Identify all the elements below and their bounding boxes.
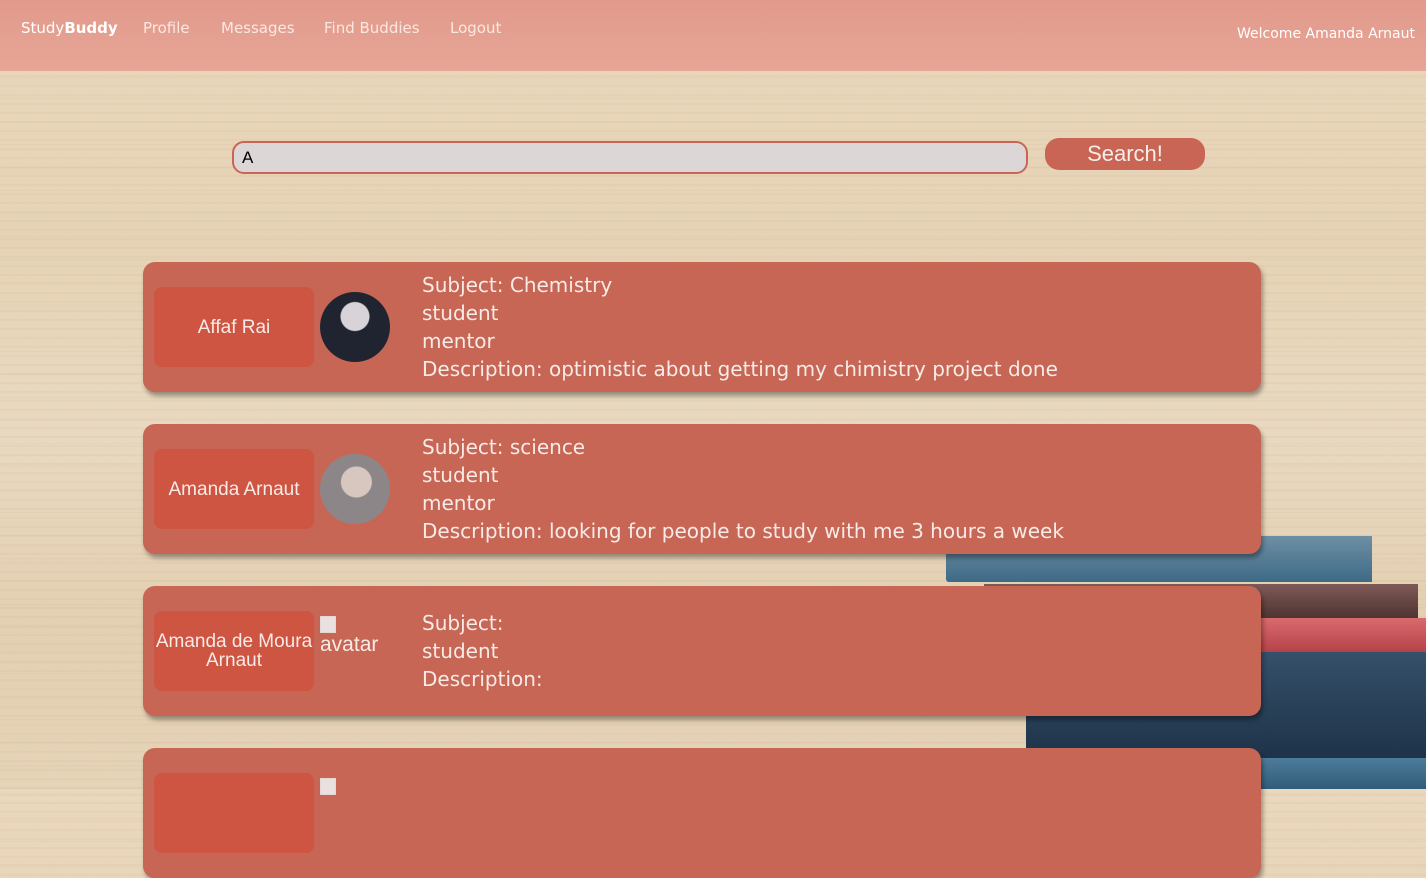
result-card xyxy=(143,748,1261,878)
brand-prefix: Study xyxy=(21,19,65,37)
buddy-name-button[interactable] xyxy=(154,773,314,853)
buddy-info: Subject: science student mentor Descript… xyxy=(422,433,1064,545)
brand-logo[interactable]: StudyBuddy xyxy=(21,19,118,37)
broken-image-icon xyxy=(320,778,336,795)
avatar xyxy=(320,292,390,362)
result-card: Amanda Arnaut Subject: science student m… xyxy=(143,424,1261,554)
avatar-broken-image xyxy=(320,778,390,818)
role-text: student xyxy=(422,301,499,325)
description-text: Description: xyxy=(422,667,543,691)
avatar-alt-text: avatar xyxy=(320,633,379,656)
description-text: Description: looking for people to study… xyxy=(422,519,1064,543)
nav-profile-link[interactable]: Profile xyxy=(143,19,190,37)
result-card: Affaf Rai Subject: Chemistry student men… xyxy=(143,262,1261,392)
role-text: student xyxy=(422,639,499,663)
buddy-name-button[interactable]: Amanda de Moura Arnaut xyxy=(154,611,314,691)
brand-bold: Buddy xyxy=(64,19,118,37)
search-button[interactable]: Search! xyxy=(1045,138,1205,170)
description-text: Description: optimistic about getting my… xyxy=(422,357,1058,381)
welcome-text: Welcome Amanda Arnaut xyxy=(1237,26,1415,42)
buddy-info: Subject: Chemistry student mentor Descri… xyxy=(422,271,1058,383)
subject-text: Subject: xyxy=(422,611,504,635)
search-input[interactable] xyxy=(232,141,1028,174)
buddy-name-button[interactable]: Affaf Rai xyxy=(154,287,314,367)
subject-text: Subject: Chemistry xyxy=(422,273,613,297)
role-text: student xyxy=(422,463,499,487)
role-text: mentor xyxy=(422,329,495,353)
navbar: StudyBuddy Profile Messages Find Buddies… xyxy=(0,0,1426,71)
avatar xyxy=(320,454,390,524)
buddy-info: Subject: student Description: xyxy=(422,609,543,693)
role-text: mentor xyxy=(422,491,495,515)
subject-text: Subject: science xyxy=(422,435,586,459)
nav-logout-link[interactable]: Logout xyxy=(450,19,501,37)
avatar-broken-image: avatar xyxy=(320,616,390,656)
broken-image-icon xyxy=(320,616,336,633)
result-card: Amanda de Moura Arnaut avatar Subject: s… xyxy=(143,586,1261,716)
nav-messages-link[interactable]: Messages xyxy=(221,19,295,37)
buddy-name-button[interactable]: Amanda Arnaut xyxy=(154,449,314,529)
nav-find-buddies-link[interactable]: Find Buddies xyxy=(324,19,420,37)
